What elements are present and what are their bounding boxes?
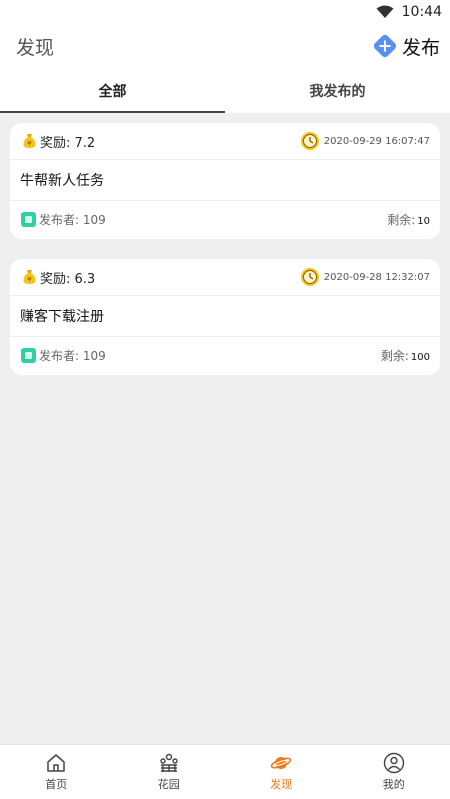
clock-icon	[300, 132, 319, 150]
page-title: 发现	[16, 37, 55, 59]
home-icon	[47, 754, 65, 772]
task-list: ¥ 奖励: 7.2 2020-09-29 16:07:47 牛帮新人任务 发布者…	[0, 113, 450, 744]
bottom-nav: 首页 花园 发现 我的	[0, 744, 450, 799]
publisher-icon	[21, 348, 36, 363]
app-header: 发现 发布	[0, 24, 450, 68]
task-card[interactable]: ¥ 奖励: 7.2 2020-09-29 16:07:47 牛帮新人任务 发布者…	[10, 123, 440, 239]
tab-my-published[interactable]: 我发布的	[225, 68, 450, 113]
task-time: 2020-09-28 12:32:07	[323, 271, 430, 283]
svg-text:¥: ¥	[27, 140, 32, 148]
money-bag-icon: ¥	[23, 270, 36, 284]
nav-home[interactable]: 首页	[0, 745, 113, 799]
clock-icon	[300, 268, 319, 286]
reward-amount: 奖励: 6.3	[40, 271, 96, 287]
publisher-label: 发布者: 109	[39, 349, 106, 363]
task-card[interactable]: ¥ 奖励: 6.3 2020-09-28 12:32:07 赚客下载注册 发布者…	[10, 259, 440, 375]
nav-mine[interactable]: 我的	[338, 745, 450, 799]
remaining-count: 剩余: 10	[387, 213, 430, 227]
task-title: 牛帮新人任务	[10, 160, 440, 201]
user-icon	[383, 752, 404, 774]
add-icon	[373, 34, 397, 58]
reward-amount: 奖励: 7.2	[40, 135, 96, 151]
planet-icon	[270, 757, 292, 769]
publish-label: 发布	[401, 36, 440, 59]
publisher-label: 发布者: 109	[39, 213, 106, 227]
status-bar: 10:44	[0, 0, 450, 24]
tab-all[interactable]: 全部	[0, 68, 225, 113]
status-time: 10:44	[401, 4, 442, 20]
publisher-icon	[21, 212, 36, 227]
publish-button[interactable]: 发布	[372, 30, 440, 62]
money-bag-icon: ¥	[23, 134, 36, 148]
garden-icon	[160, 753, 178, 772]
wifi-icon	[376, 5, 394, 18]
tab-bar: 全部 我发布的	[0, 68, 450, 113]
task-time: 2020-09-29 16:07:47	[323, 135, 430, 147]
task-title: 赚客下载注册	[10, 296, 440, 337]
remaining-count: 剩余: 100	[380, 349, 430, 363]
svg-text:¥: ¥	[27, 276, 32, 284]
nav-garden[interactable]: 花园	[113, 745, 226, 799]
nav-discover[interactable]: 发现	[225, 745, 338, 799]
